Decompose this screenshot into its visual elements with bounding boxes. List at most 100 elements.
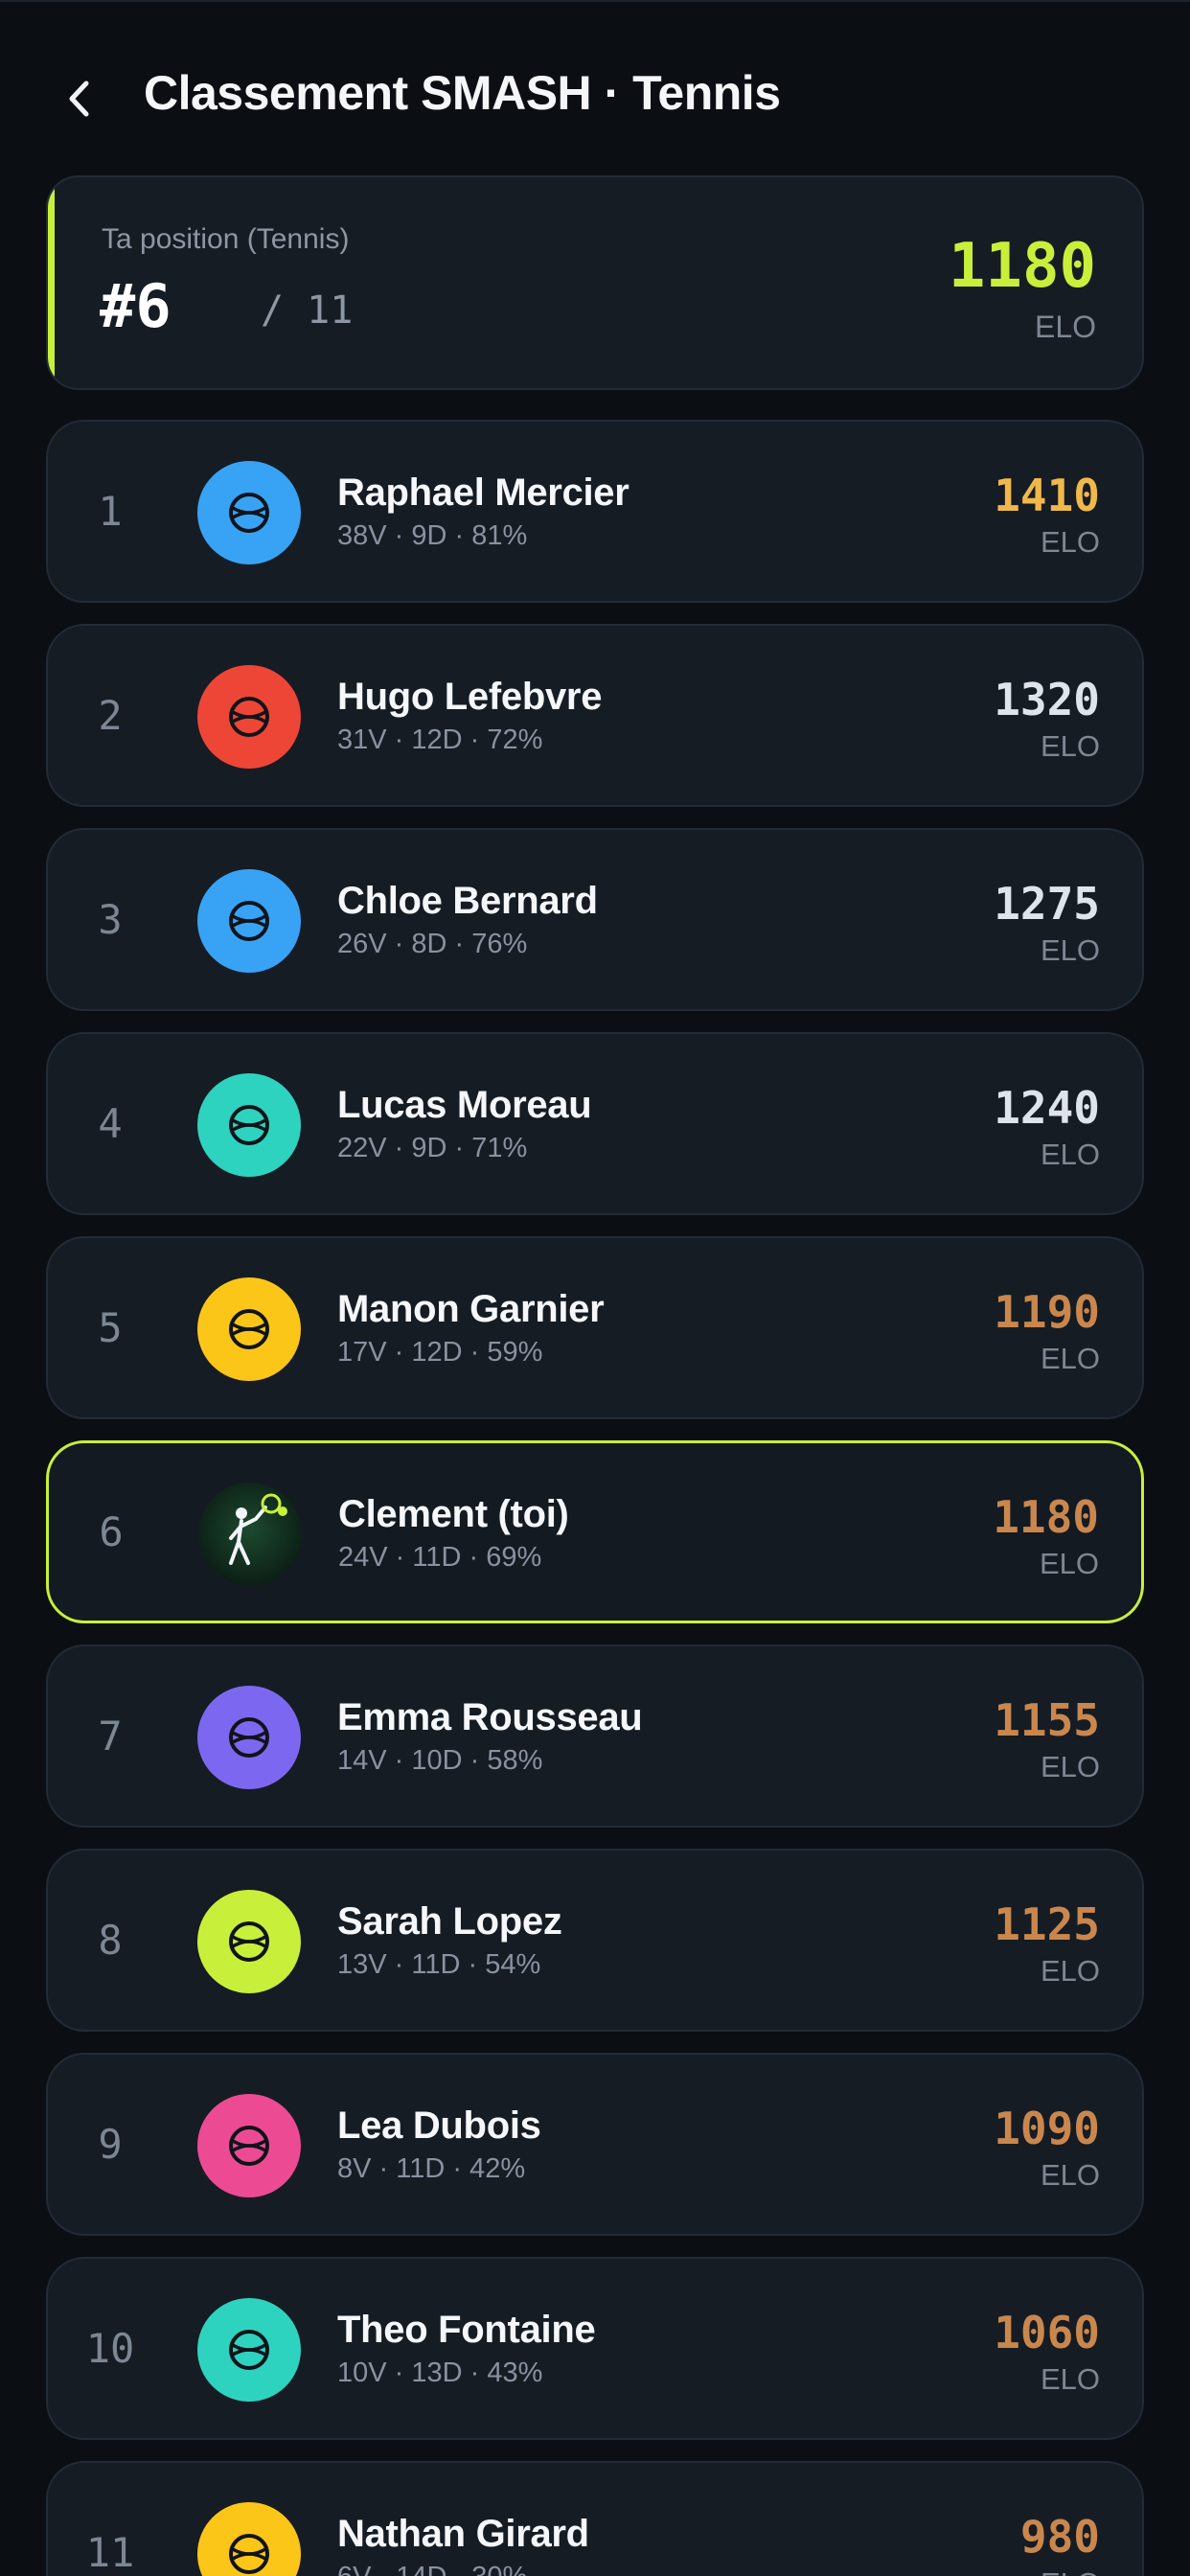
player-name: Manon Garnier (337, 1288, 605, 1330)
elo-label: ELO (1039, 1547, 1099, 1580)
rank-number: 9 (98, 2121, 123, 2168)
player-stats: 24V · 11D · 69% (338, 1542, 542, 1573)
avatar (197, 1890, 301, 1993)
player-name: Lucas Moreau (337, 1084, 592, 1126)
player-stats: 26V · 8D · 76% (337, 929, 528, 959)
tennis-ball-icon (229, 1921, 269, 1962)
player-stats: 38V · 9D · 81% (337, 520, 528, 551)
elo-label: ELO (1040, 1954, 1100, 1988)
rank-number: 7 (98, 1713, 123, 1760)
elo-value: 1410 (994, 470, 1100, 521)
leaderboard-row[interactable]: 3 Chloe Bernard 26V · 8D · 76% 1275 ELO (46, 828, 1144, 1011)
position-label: Ta position (Tennis) (102, 223, 350, 255)
rank-number: 1 (98, 488, 123, 535)
rank-number: 10 (85, 2325, 135, 2372)
elo-label: ELO (1040, 933, 1100, 967)
tennis-ball-icon (229, 2126, 269, 2166)
rank-number: 11 (85, 2529, 135, 2576)
player-stats: 31V · 12D · 72% (337, 724, 543, 755)
player-stats: 8V · 11D · 42% (337, 2153, 526, 2184)
player-stats: 14V · 10D · 58% (337, 1745, 543, 1776)
leaderboard-row[interactable]: 8 Sarah Lopez 13V · 11D · 54% 1125 ELO (46, 1849, 1144, 2032)
player-stats: 10V · 13D · 43% (337, 2358, 543, 2388)
player-stats: 22V · 9D · 71% (337, 1133, 528, 1163)
player-name: Nathan Girard (337, 2513, 589, 2555)
elo-label: ELO (1040, 525, 1100, 559)
player-name: Theo Fontaine (337, 2309, 596, 2351)
elo-value: 1060 (994, 2307, 1100, 2358)
player-stats: 17V · 12D · 59% (337, 1337, 543, 1368)
rank-number: 8 (98, 1917, 123, 1964)
leaderboard-row[interactable]: 7 Emma Rousseau 14V · 10D · 58% 1155 ELO (46, 1644, 1144, 1828)
elo-value: 1125 (994, 1898, 1100, 1950)
avatar (197, 461, 301, 564)
position-rank: #6 (100, 271, 172, 341)
avatar (197, 1073, 301, 1177)
leaderboard-row[interactable]: 10 Theo Fontaine 10V · 13D · 43% 1060 EL… (46, 2257, 1144, 2440)
elo-value: 1180 (993, 1491, 1099, 1543)
avatar (198, 1483, 302, 1586)
avatar (197, 869, 301, 973)
elo-value: 1275 (994, 878, 1100, 930)
avatar (197, 2298, 301, 2402)
my-position-card: Ta position (Tennis) #6 / 11 1180 ELO (46, 175, 1144, 390)
avatar (197, 665, 301, 769)
elo-value: 980 (1019, 2511, 1100, 2563)
tennis-ball-icon (229, 697, 269, 737)
elo-label: ELO (1040, 2362, 1100, 2396)
leaderboard-row-me[interactable]: 6 Clement (toi) 24V · 11D · 69% 1180 ELO (46, 1440, 1144, 1623)
tennis-ball-icon (229, 901, 269, 941)
player-name: Raphael Mercier (337, 472, 629, 514)
tennis-player-icon (198, 1483, 302, 1586)
leaderboard-row[interactable]: 1 Raphael Mercier 38V · 9D · 81% 1410 EL… (46, 420, 1144, 603)
back-button[interactable] (48, 67, 111, 130)
leaderboard-list: 1 Raphael Mercier 38V · 9D · 81% 1410 EL… (46, 420, 1144, 2576)
position-accent-bar (48, 177, 55, 388)
tennis-ball-icon (229, 1717, 269, 1758)
elo-label: ELO (1040, 1342, 1100, 1375)
avatar (197, 2502, 301, 2576)
leaderboard-row[interactable]: 5 Manon Garnier 17V · 12D · 59% 1190 ELO (46, 1236, 1144, 1419)
leaderboard-row[interactable]: 4 Lucas Moreau 22V · 9D · 71% 1240 ELO (46, 1032, 1144, 1215)
player-name: Sarah Lopez (337, 1900, 562, 1943)
player-name: Clement (toi) (338, 1493, 569, 1535)
rank-number: 5 (98, 1304, 123, 1351)
elo-label: ELO (1040, 1138, 1100, 1171)
player-stats: 6V · 14D · 30% (337, 2562, 527, 2576)
elo-label: ELO (1040, 2158, 1100, 2192)
rank-number: 3 (98, 896, 123, 943)
avatar (197, 1277, 301, 1381)
elo-label: ELO (1040, 1750, 1100, 1783)
player-name: Emma Rousseau (337, 1696, 643, 1738)
tennis-ball-icon (229, 1309, 269, 1349)
leaderboard-row[interactable]: 2 Hugo Lefebvre 31V · 12D · 72% 1320 ELO (46, 624, 1144, 807)
tennis-ball-icon (229, 493, 269, 533)
elo-label: ELO (1040, 729, 1100, 763)
tennis-ball-icon (229, 2534, 269, 2574)
rank-number: 2 (98, 692, 123, 739)
avatar (197, 2094, 301, 2197)
elo-label: ELO (1041, 2566, 1100, 2576)
elo-value: 1320 (994, 674, 1100, 725)
player-name: Lea Dubois (337, 2104, 541, 2147)
rank-number: 4 (98, 1100, 123, 1147)
leaderboard-row[interactable]: 11 Nathan Girard 6V · 14D · 30% 980 ELO (46, 2461, 1144, 2576)
elo-value: 1240 (994, 1082, 1100, 1134)
position-total: / 11 (261, 288, 354, 333)
tennis-ball-icon (229, 1105, 269, 1145)
position-elo: 1180 (948, 231, 1096, 302)
leaderboard-row[interactable]: 9 Lea Dubois 8V · 11D · 42% 1090 ELO (46, 2053, 1144, 2236)
tennis-ball-icon (229, 2330, 269, 2370)
elo-value: 1155 (994, 1694, 1100, 1746)
elo-value: 1190 (994, 1286, 1100, 1338)
app-header: Classement SMASH · Tennis (0, 38, 1190, 151)
page-title: Classement SMASH · Tennis (144, 66, 781, 120)
rank-number: 6 (99, 1508, 124, 1555)
player-stats: 13V · 11D · 54% (337, 1949, 541, 1980)
elo-value: 1090 (994, 2103, 1100, 2154)
status-divider (0, 0, 1190, 2)
position-elo-label: ELO (1034, 310, 1096, 344)
avatar (197, 1686, 301, 1789)
chevron-left-icon (69, 80, 89, 117)
player-name: Chloe Bernard (337, 880, 598, 922)
